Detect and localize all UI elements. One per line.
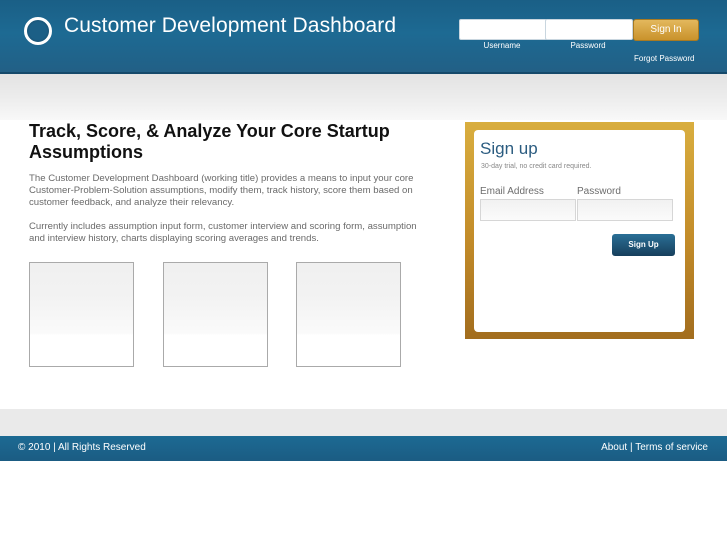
signup-subtitle: 30-day trial, no credit card required.	[481, 163, 592, 170]
about-link[interactable]: About	[601, 442, 627, 453]
footer-top-band	[0, 409, 727, 436]
terms-link[interactable]: Terms of service	[635, 442, 708, 453]
app-title: Customer Development Dashboard	[64, 14, 397, 37]
username-label: Username	[483, 41, 521, 50]
signup-card	[474, 130, 685, 332]
footer-links: About | Terms of service	[601, 442, 708, 453]
screenshot-thumbnail[interactable]	[29, 262, 134, 367]
sign-in-button[interactable]: Sign In	[633, 19, 699, 41]
sign-up-button[interactable]: Sign Up	[612, 234, 675, 256]
logo-circle-icon	[24, 17, 52, 45]
screenshot-thumbnail[interactable]	[296, 262, 401, 367]
copyright-text: © 2010 | All Rights Reserved	[18, 442, 146, 453]
footer-separator: |	[627, 442, 636, 453]
intro-paragraph: The Customer Development Dashboard (work…	[29, 173, 414, 208]
page-headline: Track, Score, & Analyze Your Core Startu…	[29, 121, 390, 162]
header-shadow-band	[0, 74, 727, 120]
email-field[interactable]	[480, 199, 576, 221]
signup-password-field[interactable]	[577, 199, 673, 221]
screenshot-thumbnail[interactable]	[163, 262, 268, 367]
signup-title: Sign up	[480, 139, 538, 158]
password-label: Password	[570, 41, 606, 50]
forgot-password-link[interactable]: Forgot Password	[634, 54, 694, 63]
signup-password-label: Password	[577, 186, 621, 197]
email-label: Email Address	[480, 186, 544, 197]
password-input[interactable]	[545, 19, 633, 40]
features-paragraph: Currently includes assumption input form…	[29, 221, 417, 244]
username-input[interactable]	[459, 19, 547, 40]
